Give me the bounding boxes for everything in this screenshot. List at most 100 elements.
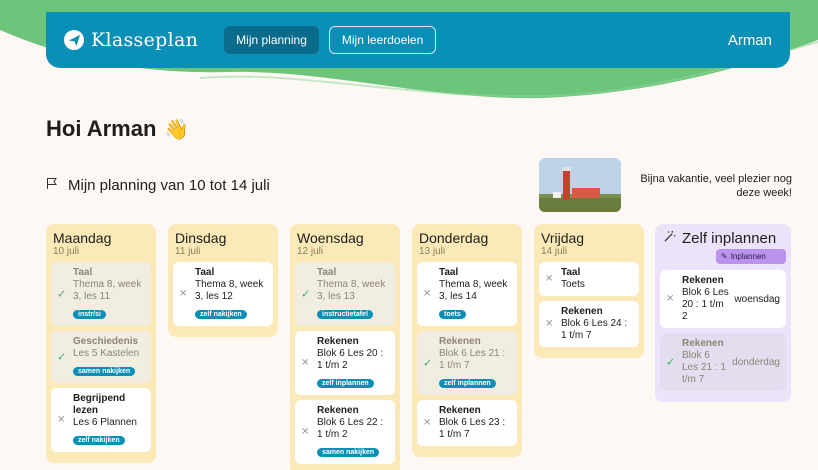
task-description: Thema 8, week 3, les 13 xyxy=(317,279,386,302)
check-icon: ✓ xyxy=(57,351,67,364)
day-column-maandag: Maandag 10 juli ✓ Taal Thema 8, week 3, … xyxy=(46,224,156,463)
waving-hand-icon: 👋 xyxy=(164,118,190,141)
page-greeting: Hoi Arman 👋 xyxy=(46,116,189,142)
task-description: Blok 6 Les 20 : 1 t/m 2 xyxy=(317,348,384,371)
user-name[interactable]: Arman xyxy=(728,32,772,49)
task-description: Les 6 Plannen xyxy=(73,417,137,428)
task-card[interactable]: ✕ Taal Thema 8, week 3, les 12 zelf naki… xyxy=(173,262,273,326)
task-subject: Rekenen xyxy=(317,405,359,416)
planned-day: woensdag xyxy=(734,293,780,305)
self-plan-column: Zelf inplannen ✎ Inplannen ✕ Rekenen Blo… xyxy=(655,224,791,402)
task-tag: zelf nakijken xyxy=(73,436,125,445)
task-card[interactable]: ✓ Rekenen Blok 6 Les 21 : 1 t/m 7 zelf i… xyxy=(417,331,517,395)
day-name: Dinsdag xyxy=(175,230,227,246)
task-tag: instr/si xyxy=(73,310,106,319)
day-date: 11 juli xyxy=(175,246,201,257)
pencil-icon: ✎ xyxy=(721,252,728,261)
task-card[interactable]: ✓ Taal Thema 8, week 3, les 11 instr/si xyxy=(51,262,151,326)
planned-day: donderdag xyxy=(732,356,780,368)
top-navbar: Klasseplan Mijn planning Mijn leerdoelen… xyxy=(46,12,790,68)
magic-wand-icon xyxy=(663,230,676,247)
self-plan-item[interactable]: ✓ Rekenen Blok 6 Les 21 : 1 t/m 7 donder… xyxy=(660,333,786,391)
brand-logo[interactable]: Klasseplan xyxy=(64,29,198,51)
day-column-vrijdag: Vrijdag 14 juli ✕ Taal Toets ✕ Rekenen B… xyxy=(534,224,644,358)
task-subject: Rekenen xyxy=(561,306,603,317)
inplannen-label: Inplannen xyxy=(730,252,766,261)
greeting-text: Hoi Arman xyxy=(46,116,157,141)
task-description: Thema 8, week 3, les 12 xyxy=(195,279,264,302)
holiday-message: Bijna vakantie, veel plezier nog deze we… xyxy=(640,173,792,199)
task-card[interactable]: ✕ Rekenen Blok 6 Les 24 : 1 t/m 7 xyxy=(539,301,639,347)
task-tag: zelf inplannen xyxy=(317,379,374,388)
task-card[interactable]: ✕ Taal Thema 8, week 3, les 14 toets xyxy=(417,262,517,326)
day-column-woensdag: Woensdag 12 juli ✓ Taal Thema 8, week 3,… xyxy=(290,224,400,470)
task-subject: Geschiedenis xyxy=(73,336,139,347)
task-card[interactable]: ✕ Begrijpend lezen Les 6 Plannen zelf na… xyxy=(51,388,151,452)
day-name: Woensdag xyxy=(297,230,364,246)
task-subject: Rekenen xyxy=(682,338,724,349)
task-card[interactable]: ✕ Rekenen Blok 6 Les 23 : 1 t/m 7 xyxy=(417,400,517,446)
self-plan-header: Zelf inplannen xyxy=(660,230,786,247)
lighthouse-photo xyxy=(539,158,621,212)
task-subject: Rekenen xyxy=(317,336,359,347)
task-description: Thema 8, week 3, les 14 xyxy=(439,279,508,302)
task-subject: Begrijpend lezen xyxy=(73,393,126,416)
task-subject: Taal xyxy=(561,267,581,278)
task-card[interactable]: ✓ Taal Thema 8, week 3, les 13 instructi… xyxy=(295,262,395,326)
cross-icon: ✕ xyxy=(545,273,554,285)
self-plan-title: Zelf inplannen xyxy=(682,230,777,247)
week-title-text: Mijn planning van 10 tot 14 juli xyxy=(68,177,270,194)
task-description: Blok 6 Les 22 : 1 t/m 2 xyxy=(317,417,384,440)
check-icon: ✓ xyxy=(301,288,311,301)
task-tag: toets xyxy=(439,310,466,319)
paper-plane-icon xyxy=(64,30,84,50)
task-card[interactable]: ✕ Rekenen Blok 6 Les 22 : 1 t/m 2 samen … xyxy=(295,400,395,464)
day-date: 12 juli xyxy=(297,246,324,257)
tab-mijn-planning[interactable]: Mijn planning xyxy=(224,26,319,54)
day-name: Vrijdag xyxy=(541,230,585,246)
task-description: Toets xyxy=(561,279,585,290)
cross-icon: ✕ xyxy=(423,288,432,300)
day-date: 13 juli xyxy=(419,246,446,257)
task-tag: zelf nakijken xyxy=(195,310,247,319)
task-description: Blok 6 Les 21 : 1 t/m 7 xyxy=(439,348,506,371)
cross-icon: ✕ xyxy=(301,426,310,438)
week-title: Mijn planning van 10 tot 14 juli xyxy=(46,177,270,194)
task-subject: Taal xyxy=(317,267,337,278)
inplannen-button[interactable]: ✎ Inplannen xyxy=(716,249,786,264)
task-tag: samen nakijken xyxy=(317,448,380,457)
task-tag: samen nakijken xyxy=(73,367,136,376)
task-subject: Taal xyxy=(195,267,215,278)
flag-icon xyxy=(46,177,58,194)
task-description: Blok 6 Les 21 : 1 t/m 7 xyxy=(682,350,726,385)
brand-name: Klasseplan xyxy=(91,29,199,51)
check-icon: ✓ xyxy=(666,356,676,369)
task-description: Blok 6 Les 20 : 1 t/m 2 xyxy=(682,287,729,322)
task-description: Blok 6 Les 24 : 1 t/m 7 xyxy=(561,318,628,341)
check-icon: ✓ xyxy=(423,357,433,370)
check-icon: ✓ xyxy=(57,288,67,301)
cross-icon: ✕ xyxy=(545,318,554,330)
cross-icon: ✕ xyxy=(179,288,188,300)
task-tag: instructietafel xyxy=(317,310,373,319)
cross-icon: ✕ xyxy=(57,414,66,426)
task-subject: Rekenen xyxy=(439,405,481,416)
self-plan-item[interactable]: ✕ Rekenen Blok 6 Les 20 : 1 t/m 2 woensd… xyxy=(660,270,786,328)
day-column-dinsdag: Dinsdag 11 juli ✕ Taal Thema 8, week 3, … xyxy=(168,224,278,337)
task-subject: Taal xyxy=(73,267,93,278)
task-subject: Rekenen xyxy=(439,336,481,347)
day-name: Maandag xyxy=(53,230,112,246)
cross-icon: ✕ xyxy=(423,417,432,429)
tab-mijn-leerdoelen[interactable]: Mijn leerdoelen xyxy=(328,26,437,54)
task-subject: Taal xyxy=(439,267,459,278)
task-description: Les 5 Kastelen xyxy=(73,348,140,359)
task-card[interactable]: ✓ Geschiedenis Les 5 Kastelen samen naki… xyxy=(51,331,151,383)
day-name: Donderdag xyxy=(419,230,489,246)
task-tag: zelf inplannen xyxy=(439,379,496,388)
task-card[interactable]: ✕ Rekenen Blok 6 Les 20 : 1 t/m 2 zelf i… xyxy=(295,331,395,395)
day-date: 10 juli xyxy=(53,246,80,257)
task-subject: Rekenen xyxy=(682,275,724,286)
task-card[interactable]: ✕ Taal Toets xyxy=(539,262,639,296)
task-description: Thema 8, week 3, les 11 xyxy=(73,279,142,302)
task-description: Blok 6 Les 23 : 1 t/m 7 xyxy=(439,417,506,440)
